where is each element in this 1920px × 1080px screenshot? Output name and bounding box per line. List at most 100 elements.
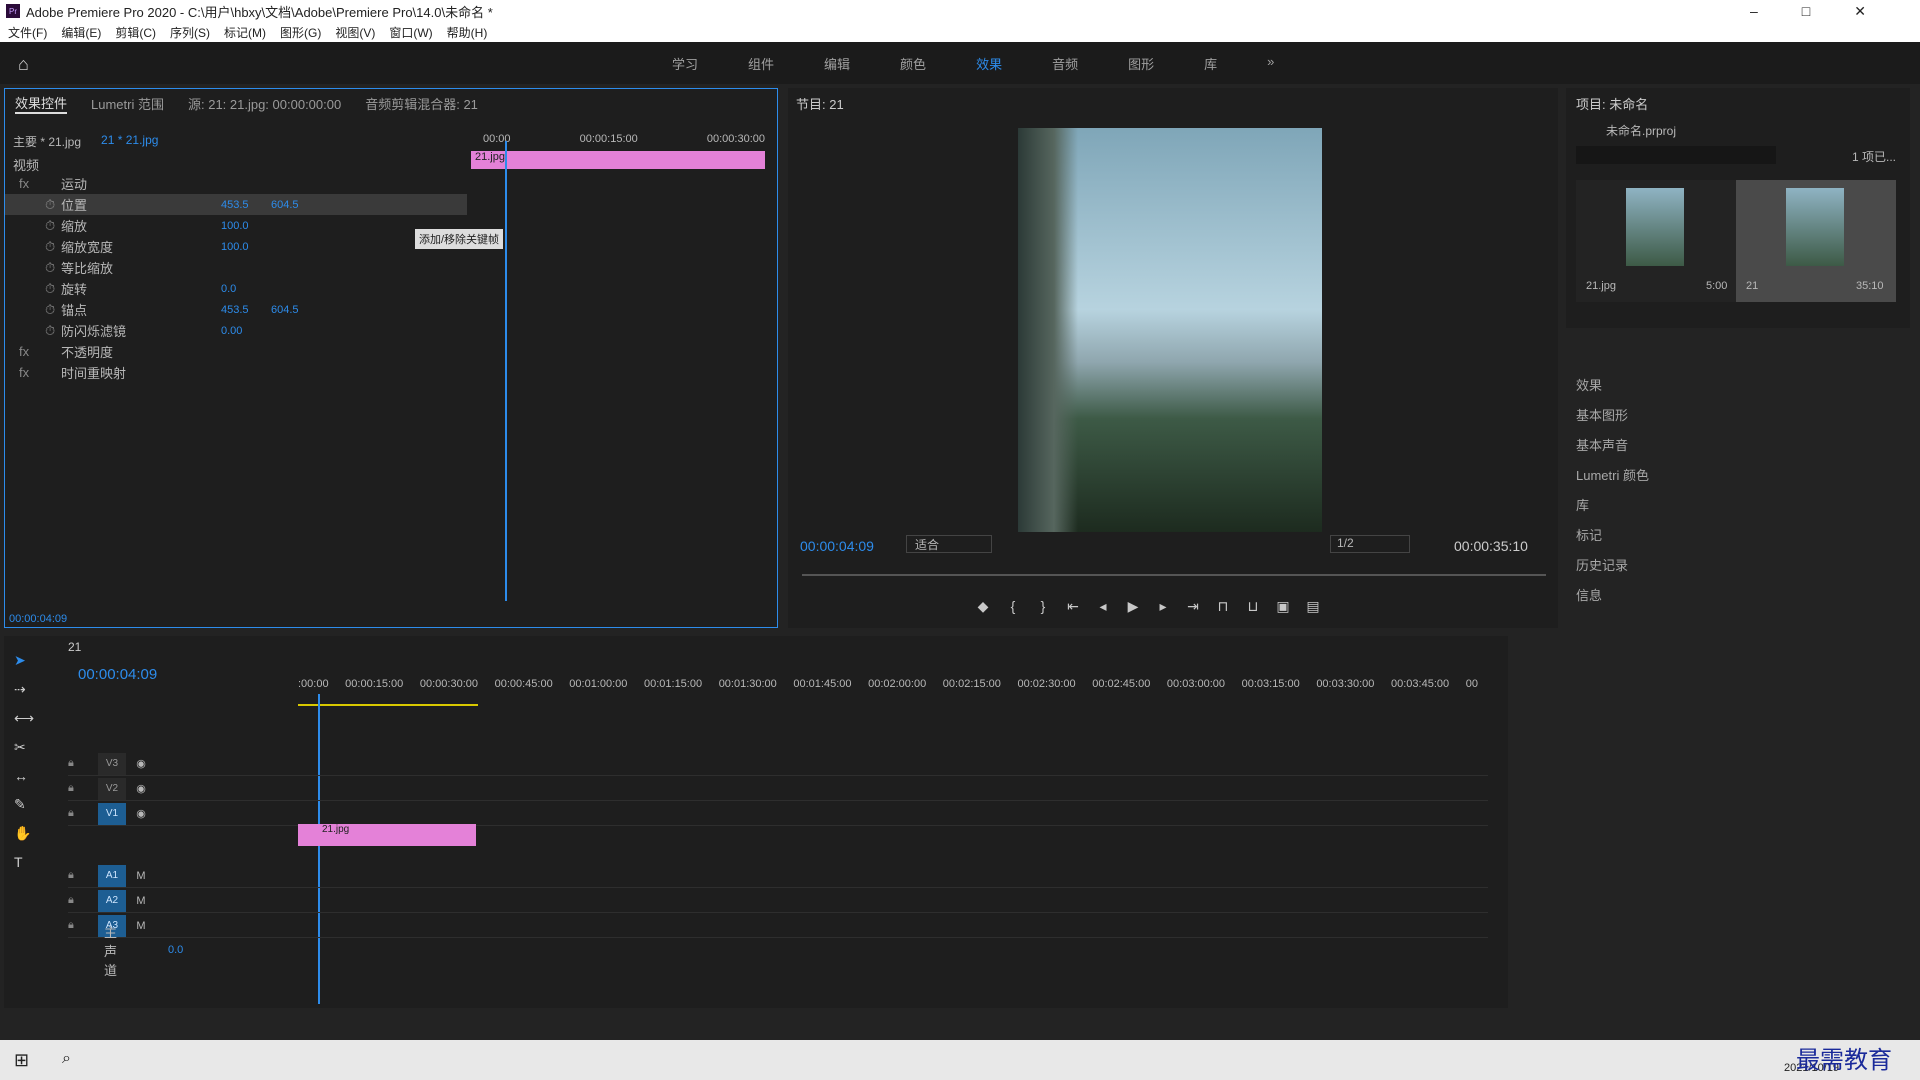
type-tool-icon[interactable]: T xyxy=(14,854,38,870)
stopwatch-icon[interactable]: ⏱ xyxy=(5,323,61,339)
lift-icon[interactable]: ⊓ xyxy=(1208,598,1238,615)
master-value[interactable]: 0.0 xyxy=(128,944,183,956)
project-search-input[interactable] xyxy=(1576,146,1776,164)
ws-color[interactable]: 颜色 xyxy=(900,54,926,73)
track-header[interactable]: 🔒︎ V3 ◉ xyxy=(68,752,1488,776)
camera-icon[interactable]: ▣ xyxy=(1268,598,1298,615)
program-timecode[interactable]: 00:00:04:09 xyxy=(800,538,874,554)
menu-clip[interactable]: 剪辑(C) xyxy=(115,24,156,41)
timeline-tab[interactable]: 21 xyxy=(68,640,81,654)
mute-icon[interactable]: M xyxy=(126,895,156,907)
menu-marker[interactable]: 标记(M) xyxy=(224,24,266,41)
stopwatch-icon[interactable]: ⏱ xyxy=(5,218,61,234)
project-item[interactable]: 21.jpg 5:00 xyxy=(1576,180,1736,302)
ec-clip-bar[interactable]: 21.jpg xyxy=(471,151,765,169)
tab-source[interactable]: 源: 21: 21.jpg: 00:00:00:00 xyxy=(188,94,341,113)
project-title[interactable]: 项目: 未命名 xyxy=(1576,94,1648,113)
ec-param-row[interactable]: ⏱ 锚点 453.5 604.5 xyxy=(5,299,467,320)
param-value[interactable]: 0.00 xyxy=(221,325,271,337)
param-value[interactable]: 100.0 xyxy=(221,220,271,232)
lock-icon[interactable]: 🔒︎ xyxy=(68,894,98,907)
stopwatch-icon[interactable]: ⏱ xyxy=(5,260,61,276)
eye-icon[interactable]: ◉ xyxy=(126,807,156,820)
timeline-clip[interactable]: 21.jpg xyxy=(298,824,476,846)
track-header[interactable]: 🔒︎ A1 M xyxy=(68,864,1488,888)
track-name[interactable]: V2 xyxy=(98,777,126,800)
ws-learn[interactable]: 学习 xyxy=(672,54,698,73)
stopwatch-icon[interactable]: ⏱ xyxy=(5,197,61,213)
track-header[interactable]: 🔒︎ V1 ◉ xyxy=(68,802,1488,826)
step-forward-icon[interactable]: ▸ xyxy=(1148,598,1178,615)
eye-icon[interactable]: ◉ xyxy=(126,757,156,770)
go-in-icon[interactable]: ⇤ xyxy=(1058,598,1088,615)
ws-assembly[interactable]: 组件 xyxy=(748,54,774,73)
ec-param-row[interactable]: fx 不透明度 xyxy=(5,341,467,362)
param-value[interactable]: 100.0 xyxy=(221,241,271,253)
panel-list-item[interactable]: 历史记录 xyxy=(1568,550,1898,578)
tab-effect-controls[interactable]: 效果控件 xyxy=(15,93,68,114)
ws-audio[interactable]: 音频 xyxy=(1052,54,1078,73)
ec-playhead[interactable] xyxy=(505,141,507,601)
ec-param-row[interactable]: fx 时间重映射 xyxy=(5,362,467,383)
slip-icon[interactable]: ↔ xyxy=(14,768,38,784)
ec-param-row[interactable]: ⏱ 等比缩放 xyxy=(5,257,467,278)
extract-icon[interactable]: ⊔ xyxy=(1238,598,1268,615)
search-icon[interactable]: ⌕ xyxy=(62,1050,71,1068)
menu-view[interactable]: 视图(V) xyxy=(335,24,375,41)
lock-icon[interactable]: 🔒︎ xyxy=(68,757,98,770)
panel-list-item[interactable]: 基本图形 xyxy=(1568,400,1898,428)
ec-param-row[interactable]: ⏱ 防闪烁滤镜 0.00 xyxy=(5,320,467,341)
quality-dropdown[interactable]: 1/2 xyxy=(1330,535,1410,553)
menu-window[interactable]: 窗口(W) xyxy=(389,24,432,41)
panel-list-item[interactable]: 基本声音 xyxy=(1568,430,1898,458)
ec-param-row[interactable]: ⏱ 缩放 100.0 xyxy=(5,215,467,236)
mark-out-icon[interactable]: } xyxy=(1028,598,1058,615)
menu-help[interactable]: 帮助(H) xyxy=(447,24,488,41)
lock-icon[interactable]: 🔒︎ xyxy=(68,869,98,882)
program-title[interactable]: 节目: 21 xyxy=(796,94,844,113)
panel-list-item[interactable]: 效果 xyxy=(1568,370,1898,398)
track-name[interactable]: A2 xyxy=(98,889,126,912)
panel-list-item[interactable]: 库 xyxy=(1568,490,1898,518)
menu-sequence[interactable]: 序列(S) xyxy=(170,24,210,41)
marker-icon[interactable]: ◆ xyxy=(968,598,998,615)
menu-file[interactable]: 文件(F) xyxy=(8,24,47,41)
mark-in-icon[interactable]: { xyxy=(998,598,1028,615)
param-value[interactable]: 0.0 xyxy=(221,283,271,295)
ws-editing[interactable]: 编辑 xyxy=(824,54,850,73)
fit-dropdown[interactable]: 适合 xyxy=(906,535,992,553)
panel-list-item[interactable]: 信息 xyxy=(1568,580,1898,608)
timeline-timecode[interactable]: 00:00:04:09 xyxy=(78,666,157,683)
timeline-playhead[interactable] xyxy=(318,694,320,1004)
home-icon[interactable]: ⌂ xyxy=(18,54,29,75)
ec-param-row[interactable]: ⏱ 缩放宽度 100.0 xyxy=(5,236,467,257)
ec-param-row[interactable]: ⏱ 位置 453.5 604.5 xyxy=(5,194,467,215)
play-icon[interactable]: ▶ xyxy=(1118,598,1148,615)
stopwatch-icon[interactable]: ⏱ xyxy=(5,302,61,318)
ec-param-row[interactable]: ⏱ 旋转 0.0 xyxy=(5,278,467,299)
panel-list-item[interactable]: 标记 xyxy=(1568,520,1898,548)
stopwatch-icon[interactable]: fx xyxy=(5,344,61,359)
track-name[interactable]: A1 xyxy=(98,864,126,887)
track-select-icon[interactable]: ⇢ xyxy=(14,681,38,698)
param-value[interactable]: 604.5 xyxy=(271,199,321,211)
param-value[interactable]: 453.5 xyxy=(221,304,271,316)
windows-start-icon[interactable]: ⊞ xyxy=(14,1050,29,1071)
stopwatch-icon[interactable]: fx xyxy=(5,365,61,380)
step-back-icon[interactable]: ◂ xyxy=(1088,598,1118,615)
param-value[interactable]: 604.5 xyxy=(271,304,321,316)
stopwatch-icon[interactable]: fx xyxy=(5,176,61,191)
razor-icon[interactable]: ✂ xyxy=(14,739,38,756)
sequence-clip-label[interactable]: 21 * 21.jpg xyxy=(101,133,158,150)
program-scrubber[interactable] xyxy=(802,574,1546,576)
hand-icon[interactable]: ✋ xyxy=(14,825,38,842)
menu-edit[interactable]: 编辑(E) xyxy=(61,24,101,41)
lock-icon[interactable]: 🔒︎ xyxy=(68,807,98,820)
tab-audio-mixer[interactable]: 音频剪辑混合器: 21 xyxy=(365,94,478,113)
go-out-icon[interactable]: ⇥ xyxy=(1178,598,1208,615)
panel-list-item[interactable]: Lumetri 颜色 xyxy=(1568,460,1898,488)
work-area-bar[interactable] xyxy=(298,704,478,706)
ws-libraries[interactable]: 库 xyxy=(1204,54,1217,73)
eye-icon[interactable]: ◉ xyxy=(126,782,156,795)
selection-tool-icon[interactable]: ➤ xyxy=(14,652,38,669)
